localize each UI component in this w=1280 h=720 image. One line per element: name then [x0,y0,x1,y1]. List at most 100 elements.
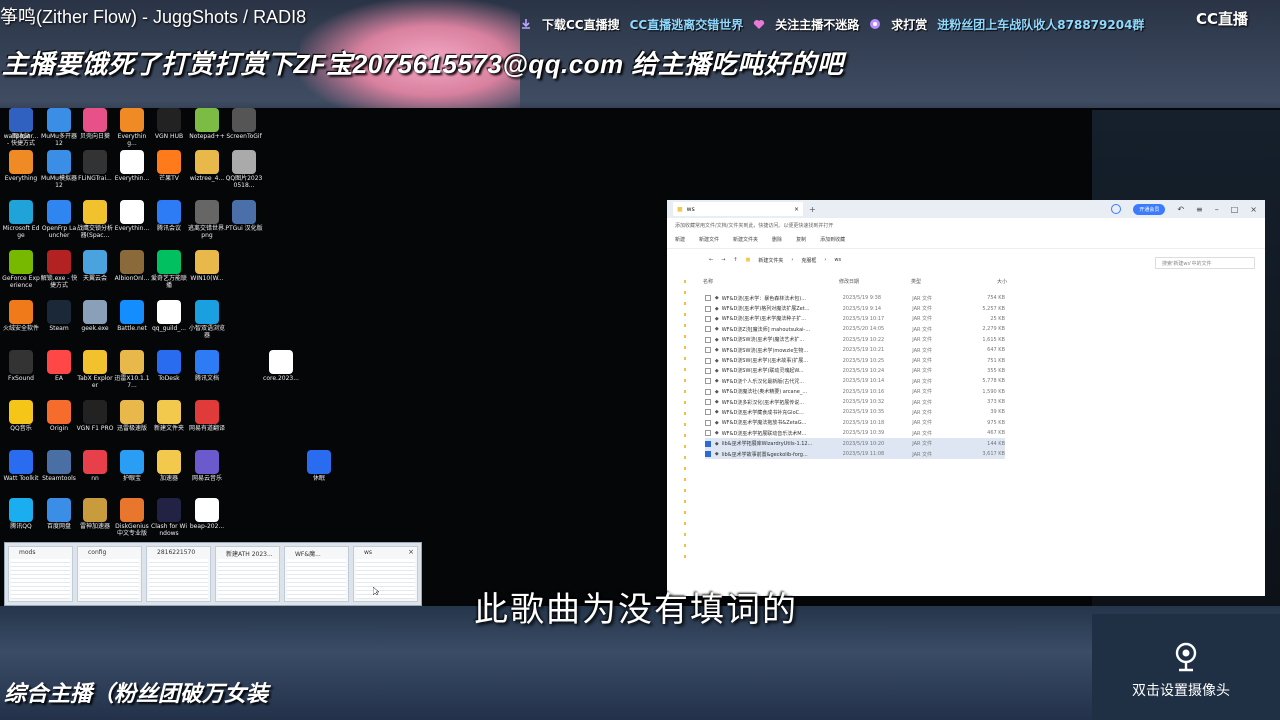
desktop-icon[interactable]: 迅雷极速版 [113,400,151,432]
command-button[interactable]: 删除 [772,236,782,243]
explorer-tab-ws[interactable]: ■ ws × [673,202,803,216]
desktop-icon[interactable]: 贝壳向日葵 [76,108,114,140]
command-button[interactable]: 新建文件夹 [733,236,758,243]
desktop-icon[interactable]: 百度网盘 [40,498,78,530]
desktop-icon[interactable]: Everything [2,150,40,182]
taskbar-thumbnail[interactable]: 新建ATH 2023... [215,546,280,602]
nav-folder-marker[interactable] [684,379,686,382]
nav-folder-marker[interactable] [684,467,686,470]
nav-folder-marker[interactable] [684,291,686,294]
desktop-icon[interactable]: 网易云音乐 [188,450,226,482]
breadcrumb-item[interactable]: 新建文件夹 [758,257,783,264]
desktop-icon[interactable]: geek.exe [76,300,114,332]
desktop-icon[interactable]: Everythin... [113,200,151,232]
desktop-icon[interactable]: core.2023... [262,350,300,382]
nav-folder-marker[interactable] [684,335,686,338]
row-checkbox[interactable] [705,295,711,302]
minimize-icon[interactable]: – [1215,205,1219,214]
file-row[interactable]: ◆ WF&D浇巫术学拓展联动音乐法术M... 2023/5/19 10:39 JAR … [705,428,1005,438]
maximize-icon[interactable]: □ [1231,205,1239,214]
nav-folder-marker[interactable] [684,390,686,393]
command-button[interactable]: 添加到收藏 [820,236,845,243]
close-icon[interactable]: × [408,548,414,556]
desktop-icon[interactable]: MuMu模拟器12 [40,150,78,189]
desktop-icon[interactable]: Origin [40,400,78,432]
row-checkbox[interactable] [705,430,711,437]
desktop-icon[interactable]: 雷神加速器 [76,498,114,530]
file-row[interactable]: ◆ lib&巫术学拓展库WizardryUtils-1.12... 2023/5/1… [705,438,1005,449]
file-row[interactable]: ◆ lib&巫术学故事前置&geckolib-forg... 2023/5/19 1… [705,448,1005,460]
desktop-icon[interactable]: 小智双语浏览器 [188,300,226,339]
desktop-icon[interactable]: 休眠 [300,450,338,482]
desktop-icon[interactable]: WIN10(W... [188,250,226,282]
nav-folder-marker[interactable] [684,511,686,514]
desktop-icon[interactable]: MuMu多开器12 [40,108,78,147]
breadcrumb-item[interactable]: ws [834,257,841,263]
file-row[interactable]: ◆ WF&D浇魔法社(奥术精要) arcane_... 2023/5/19 10:1… [705,387,1005,397]
desktop-icon[interactable]: 战鹰交锁分析器(Spac... [76,200,114,239]
column-date[interactable]: 修改日期 [839,278,911,285]
desktop-icon[interactable]: beap-202... [188,498,226,530]
desktop-icon[interactable]: 火绒安全软件 [2,300,40,332]
row-checkbox[interactable] [705,336,711,343]
row-checkbox[interactable] [705,388,711,395]
nav-folder-marker[interactable] [684,445,686,448]
nav-folder-marker[interactable] [684,280,686,283]
desktop-icon[interactable]: qq_guild_... [150,300,188,332]
desktop-icon[interactable]: Steamtools [40,450,78,482]
close-icon[interactable]: × [794,206,799,213]
desktop-icon[interactable]: VGN F1 PRO [76,400,114,432]
column-type[interactable]: 类型 [911,278,973,285]
desktop-icon[interactable]: wiztree_4... [188,150,226,182]
file-row[interactable]: ◆ WF&D浇巫术学魔法拖放书&ZetaG... 2023/5/19 10:18 JA… [705,418,1005,428]
row-checkbox[interactable] [705,326,711,333]
taskbar-thumbnail[interactable]: 2816221570 [146,546,211,602]
desktop-icon[interactable]: 爱奇艺万能联播 [150,250,188,289]
nav-folder-marker[interactable] [684,412,686,415]
desktop-icon[interactable]: Battle.net [113,300,151,332]
desktop-icon[interactable]: EA [40,350,78,382]
command-button[interactable]: 复制 [796,236,806,243]
nav-folder-marker[interactable] [684,555,686,558]
desktop-icon[interactable]: Steam [40,300,78,332]
desktop-icon[interactable]: QQ图片20230518... [225,150,263,189]
desktop-icon[interactable]: Microsoft Edge [2,200,40,239]
desktop-icon[interactable]: DiskGenius 中文专业版 [113,498,151,537]
desktop-icon[interactable]: VGN HUB [150,108,188,140]
command-button[interactable]: 新建文件 [699,236,719,243]
desktop-icon[interactable]: ToDesk [150,350,188,382]
file-row[interactable]: ◆ WF&D浇(巫术学)巫术学魔法种子扩... 2023/5/19 10:17 JAR… [705,314,1005,324]
desktop-icon[interactable]: 腾讯QQ [2,498,40,530]
desktop-icon[interactable]: 天翼云会 [76,250,114,282]
row-checkbox[interactable] [705,367,711,374]
desktop-icon[interactable]: Everythin... [113,150,151,182]
file-row[interactable]: ◆ WF&D浇Z浇[魔法师] mahoutsukai-... 2023/5/20 1… [705,324,1005,334]
file-row[interactable]: ◆ WF&D浇SW浇(巫术学)魔法艺术扩... 2023/5/19 10:22 JAR… [705,335,1005,345]
nav-folder-marker[interactable] [684,500,686,503]
nav-folder-marker[interactable] [684,368,686,371]
taskbar-thumbnail[interactable]: ws × [353,546,418,602]
desktop-icon[interactable]: nn [76,450,114,482]
row-checkbox[interactable] [705,378,711,385]
desktop-icon[interactable]: QQ音乐 [2,400,40,432]
desktop-icon[interactable]: wallpaper... - 快捷方式 [2,108,40,147]
desktop-icon[interactable]: 新建文件夹 [150,400,188,432]
desktop-icon[interactable]: 护眼宝 [113,450,151,482]
row-checkbox[interactable] [705,357,711,364]
row-checkbox[interactable] [705,440,711,447]
desktop-icon[interactable]: 解锁.exe - 快捷方式 [40,250,78,289]
desktop-icon[interactable]: FLiNGTrai... [76,150,114,182]
file-row[interactable]: ◆ WF&D浇(巫术学)格列对魔法扩展Zet... 2023/5/19 9:14 JA… [705,303,1005,313]
desktop-icon[interactable]: 迅雷X10.1.17... [113,350,151,389]
row-checkbox[interactable] [705,409,711,416]
desktop-icon[interactable]: 芒果TV [150,150,188,182]
search-input[interactable]: 搜索'新建ws'中的文件 [1155,257,1255,269]
nav-folder-marker[interactable] [684,434,686,437]
column-name[interactable]: 名称 [703,278,839,285]
nav-folder-marker[interactable] [684,302,686,305]
file-row[interactable]: ◆ WF&D浇SW(巫术学)联动灵魂起W... 2023/5/19 10:24 JAR… [705,366,1005,376]
nav-folder-marker[interactable] [684,522,686,525]
command-button[interactable]: 新建 [675,236,685,243]
row-checkbox[interactable] [705,419,711,426]
desktop-icon[interactable]: FxSound [2,350,40,382]
